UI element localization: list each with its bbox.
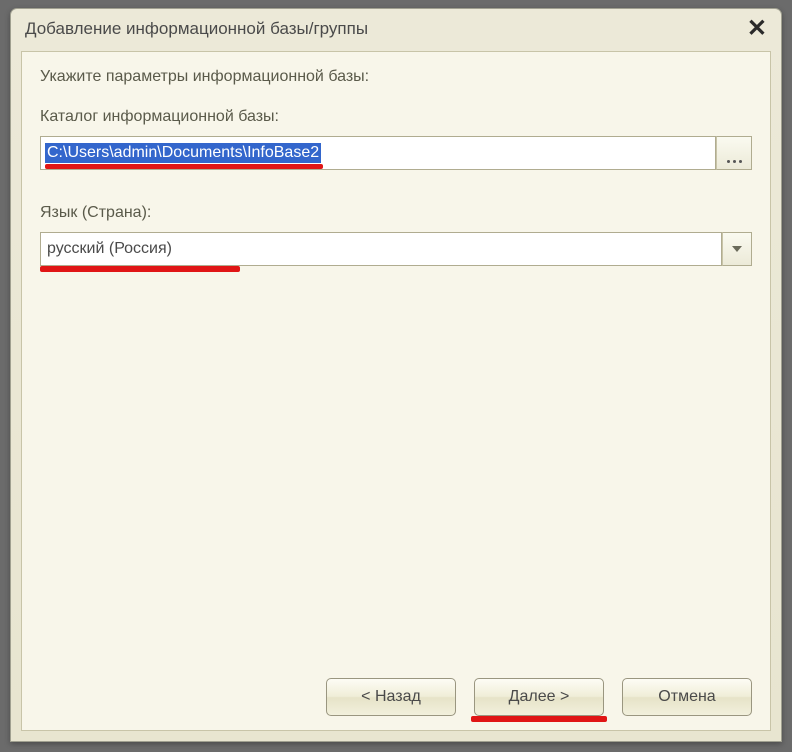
catalog-row: C:\Users\admin\Documents\InfoBase2: [40, 136, 752, 170]
language-select[interactable]: русский (Россия): [40, 232, 722, 266]
parameters-heading: Укажите параметры информационной базы:: [40, 68, 752, 86]
language-label: Язык (Страна):: [40, 204, 752, 222]
back-button[interactable]: < Назад: [326, 678, 456, 716]
next-button[interactable]: Далее >: [474, 678, 604, 716]
catalog-path-input[interactable]: C:\Users\admin\Documents\InfoBase2: [40, 136, 716, 170]
titlebar: Добавление информационной базы/группы ✕: [11, 9, 781, 51]
language-dropdown-button[interactable]: [722, 232, 752, 266]
window-title: Добавление информационной базы/группы: [25, 19, 368, 39]
catalog-path-value: C:\Users\admin\Documents\InfoBase2: [45, 143, 321, 163]
button-row: < Назад Далее > Отмена: [40, 666, 752, 716]
dialog-window: Добавление информационной базы/группы ✕ …: [10, 8, 782, 742]
dialog-content: Укажите параметры информационной базы: К…: [21, 51, 771, 731]
cancel-button[interactable]: Отмена: [622, 678, 752, 716]
ellipsis-icon: [733, 160, 736, 163]
annotation-underline: [40, 266, 240, 272]
catalog-label: Каталог информационной базы:: [40, 108, 752, 126]
language-row: русский (Россия): [40, 232, 752, 266]
browse-button[interactable]: [716, 136, 752, 170]
chevron-down-icon: [732, 246, 742, 252]
close-icon[interactable]: ✕: [747, 17, 767, 41]
language-value: русский (Россия): [47, 240, 172, 258]
